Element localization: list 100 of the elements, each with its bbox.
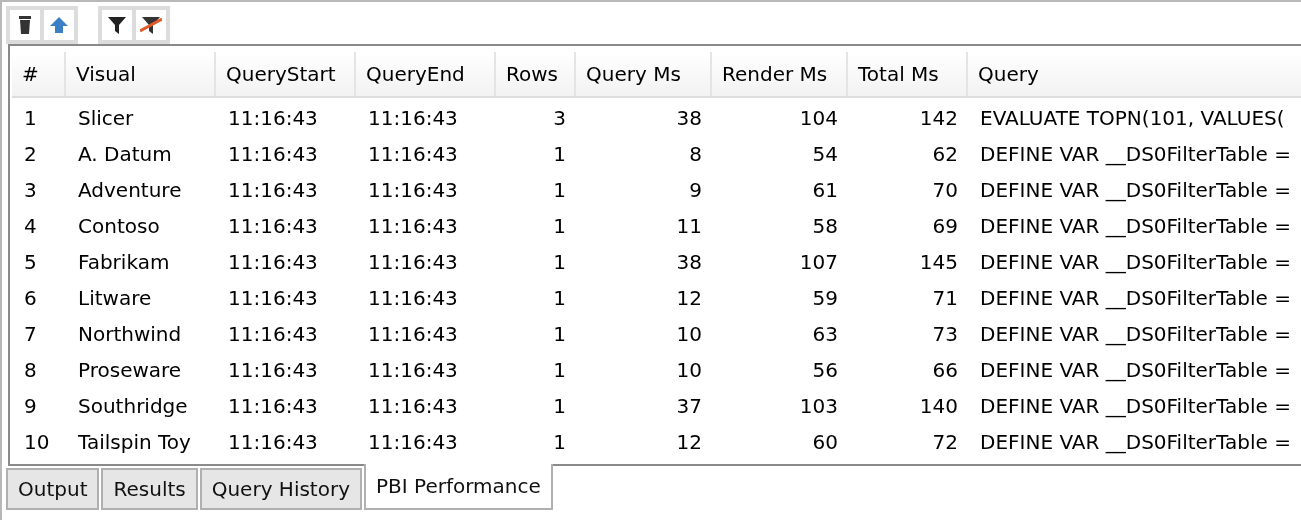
table-cell-text: 72 xyxy=(931,430,959,454)
table-cell-text: 104 xyxy=(798,106,839,130)
tab[interactable]: PBI Performance xyxy=(364,464,553,510)
table-cell-text: 1 xyxy=(552,142,567,166)
table-cell-text: 11:16:43 xyxy=(227,394,319,418)
table-cell-text: 4 xyxy=(23,214,38,238)
table-cell-text: 11:16:43 xyxy=(227,250,319,274)
table-cell-text: Southridge xyxy=(77,394,189,418)
filter-button[interactable] xyxy=(102,10,132,40)
table-cell-text: DEFINE VAR __DS0FilterTable = xyxy=(979,286,1292,310)
table-cell-text: 11:16:43 xyxy=(367,286,459,310)
table-cell-text: 11:16:43 xyxy=(227,286,319,310)
table-cell-text: DEFINE VAR __DS0FilterTable = xyxy=(979,178,1292,202)
trash-icon xyxy=(19,16,31,34)
table-cell-text: 11 xyxy=(675,214,703,238)
table-cell-text: DEFINE VAR __DS0FilterTable = xyxy=(979,430,1292,454)
column-header[interactable]: Rows xyxy=(496,52,576,96)
table-cell-text: 38 xyxy=(675,250,703,274)
table-cell-text: 10 xyxy=(675,322,703,346)
table-cell-text: 12 xyxy=(675,430,703,454)
table-cell-text: 73 xyxy=(931,322,959,346)
table-cell-text: 1 xyxy=(552,286,567,310)
table-cell-text: 11:16:43 xyxy=(367,250,459,274)
tab[interactable]: Results xyxy=(101,468,198,510)
table-cell-text: 1 xyxy=(552,322,567,346)
table-cell-text: 11:16:43 xyxy=(227,106,319,130)
table-cell-text: 1 xyxy=(552,178,567,202)
column-header[interactable]: Query xyxy=(968,52,1301,96)
table-cell-text: 5 xyxy=(23,250,38,274)
table-cell-text: 10 xyxy=(675,358,703,382)
table-cell-text: Contoso xyxy=(77,214,161,238)
delete-button[interactable] xyxy=(10,10,40,40)
table-cell-text: 11:16:43 xyxy=(367,322,459,346)
table-cell-text: 11:16:43 xyxy=(367,142,459,166)
table-cell-text: 63 xyxy=(811,322,839,346)
table-cell-text: 3 xyxy=(552,106,567,130)
table-cell-text: 66 xyxy=(931,358,959,382)
table-cell-text: 1 xyxy=(552,358,567,382)
column-header[interactable]: Total Ms xyxy=(848,52,968,96)
table-cell-text: 9 xyxy=(23,394,38,418)
column-header[interactable]: Query Ms xyxy=(576,52,712,96)
column-header[interactable]: # xyxy=(12,52,66,96)
table-cell-text: A. Datum xyxy=(77,142,173,166)
table-cell-text: Fabrikam xyxy=(77,250,171,274)
table-cell-text: 11:16:43 xyxy=(227,142,319,166)
table-cell-text: 11:16:43 xyxy=(227,358,319,382)
table-cell-text: 56 xyxy=(811,358,839,382)
table-cell-text: 58 xyxy=(811,214,839,238)
table-cell-text: 8 xyxy=(688,142,703,166)
tab[interactable]: Query History xyxy=(199,468,362,510)
table-cell-text: 70 xyxy=(931,178,959,202)
table-cell-text: Tailspin Toy xyxy=(77,430,192,454)
upload-button[interactable] xyxy=(44,10,74,40)
table-cell-text: 1 xyxy=(552,394,567,418)
table-cell-text: DEFINE VAR __DS0FilterTable = xyxy=(979,142,1292,166)
table-cell-text: 11:16:43 xyxy=(227,430,319,454)
table-cell-text: 11:16:43 xyxy=(227,214,319,238)
column-header[interactable]: QueryStart xyxy=(216,52,356,96)
table-cell-text: 11:16:43 xyxy=(227,178,319,202)
table-cell-text: DEFINE VAR __DS0FilterTable = xyxy=(979,394,1292,418)
table-cell-text: 71 xyxy=(931,286,959,310)
column-header[interactable]: QueryEnd xyxy=(356,52,496,96)
table-cell-text: 7 xyxy=(23,322,38,346)
table-cell-text: 140 xyxy=(918,394,959,418)
table-cell-text: 37 xyxy=(675,394,703,418)
table-cell-text: DEFINE VAR __DS0FilterTable = xyxy=(979,250,1292,274)
table-cell-text: 38 xyxy=(675,106,703,130)
clear-filter-icon xyxy=(140,16,162,34)
table-cell-text: 1 xyxy=(552,430,567,454)
table-cell-text: 1 xyxy=(23,106,38,130)
table-cell-text: DEFINE VAR __DS0FilterTable = xyxy=(979,322,1292,346)
table-cell-text: DEFINE VAR __DS0FilterTable = xyxy=(979,358,1292,382)
table-cell-text: 11:16:43 xyxy=(367,178,459,202)
clear-filter-button[interactable] xyxy=(136,10,166,40)
table-cell-text: Proseware xyxy=(77,358,183,382)
table-cell-text: 1 xyxy=(552,250,567,274)
table-cell-text: 54 xyxy=(811,142,839,166)
table-cell-text: 59 xyxy=(811,286,839,310)
table-cell-text: Adventure xyxy=(77,178,183,202)
table-cell-text: EVALUATE TOPN(101, VALUES( xyxy=(979,106,1286,130)
table-cell-text: 11:16:43 xyxy=(367,106,459,130)
table-cell-text: 1 xyxy=(552,214,567,238)
table-cell-text: 12 xyxy=(675,286,703,310)
table-cell-text: DEFINE VAR __DS0FilterTable = xyxy=(979,214,1292,238)
arrow-up-icon xyxy=(50,17,68,33)
filter-icon xyxy=(108,16,126,34)
table-cell-text: 8 xyxy=(23,358,38,382)
table-cell-text: 9 xyxy=(688,178,703,202)
table-cell-text: 145 xyxy=(918,250,959,274)
tab[interactable]: Output xyxy=(6,468,100,510)
column-header[interactable]: Render Ms xyxy=(712,52,848,96)
table-cell-text: 11:16:43 xyxy=(227,322,319,346)
table-cell-text: 11:16:43 xyxy=(367,394,459,418)
table-cell-text: Litware xyxy=(77,286,153,310)
table-cell-text: 11:16:43 xyxy=(367,358,459,382)
column-header[interactable]: Visual xyxy=(66,52,216,96)
table-cell-text: 3 xyxy=(23,178,38,202)
table-cell-text: 6 xyxy=(23,286,38,310)
table-cell-text: 61 xyxy=(811,178,839,202)
table-cell-text: 69 xyxy=(931,214,959,238)
